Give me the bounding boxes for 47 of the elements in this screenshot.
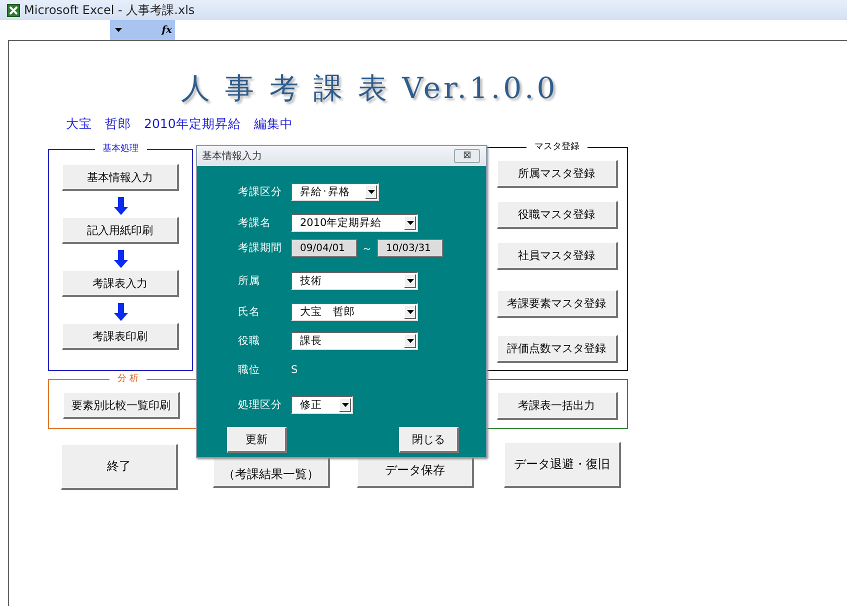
field-label: 処理区分 xyxy=(238,398,283,412)
dialog-button[interactable]: 更新 xyxy=(227,427,287,453)
sheet-button[interactable]: 終了 xyxy=(61,444,178,490)
field-value: S xyxy=(291,364,298,376)
sheet-button[interactable]: 評価点数マスタ登録 xyxy=(496,335,618,363)
field-label: 氏名 xyxy=(238,305,261,319)
field-label: 考課期間 xyxy=(238,241,283,255)
down-arrow-icon xyxy=(114,250,128,268)
field-label: 所属 xyxy=(238,274,261,288)
status-text: 大宝 哲郎 2010年定期昇給 編集中 xyxy=(66,116,293,133)
range-separator: ～ xyxy=(360,240,374,256)
function-button[interactable]: fx xyxy=(162,24,172,36)
date-field: 09/04/01 xyxy=(291,239,357,257)
dialog-button[interactable]: 閉じる xyxy=(399,427,459,453)
sheet-button[interactable]: 考課表入力 xyxy=(62,270,179,297)
field-label: 考課名 xyxy=(238,216,272,230)
field-label: 職位 xyxy=(238,363,261,377)
group-label: 基本処理 xyxy=(94,143,146,155)
sheet-button[interactable]: 考課表印刷 xyxy=(62,323,179,350)
combo-box[interactable]: 大宝 哲郎 xyxy=(291,303,418,321)
dialog-title: 基本情報入力 xyxy=(202,150,262,163)
sheet-title: 人 事 考 課 表 Ver.1.0.0 xyxy=(181,70,558,107)
sheet-button[interactable]: 役職マスタ登録 xyxy=(496,201,618,229)
combo-box[interactable]: 技術 xyxy=(291,272,418,290)
window-title: Microsoft Excel - 人事考課.xls xyxy=(24,2,195,18)
field-label: 考課区分 xyxy=(238,185,283,199)
group-label: マスタ登録 xyxy=(526,141,588,153)
sheet-button[interactable]: データ退避・復旧 xyxy=(504,442,621,488)
sheet-button[interactable]: 考課要素マスタ登録 xyxy=(496,290,618,318)
sheet-button[interactable]: 社員マスタ登録 xyxy=(496,242,618,270)
combo-box[interactable]: 昇給･昇格 xyxy=(291,183,379,201)
excel-icon xyxy=(7,4,20,16)
dropdown-icon[interactable] xyxy=(115,28,122,32)
sheet-button[interactable]: 考課表一括出力 xyxy=(496,392,618,420)
sheet-button[interactable]: 記入用紙印刷 xyxy=(62,217,179,244)
sheet-button[interactable]: 所属マスタ登録 xyxy=(496,160,618,188)
sheet-button[interactable]: 基本情報入力 xyxy=(62,164,179,191)
down-arrow-icon xyxy=(114,197,128,215)
field-label: 役職 xyxy=(238,334,261,348)
date-field: 10/03/31 xyxy=(377,239,443,257)
close-button[interactable]: ⊠ xyxy=(454,149,480,163)
combo-box[interactable]: 2010年定期昇給 xyxy=(291,214,418,232)
combo-box[interactable]: 課長 xyxy=(291,332,418,350)
combo-box[interactable]: 修正 xyxy=(291,396,353,414)
down-arrow-icon xyxy=(114,303,128,321)
sheet-button[interactable]: 要素別比較一覧印刷 xyxy=(63,392,180,419)
group-label: 分 析 xyxy=(110,373,146,385)
